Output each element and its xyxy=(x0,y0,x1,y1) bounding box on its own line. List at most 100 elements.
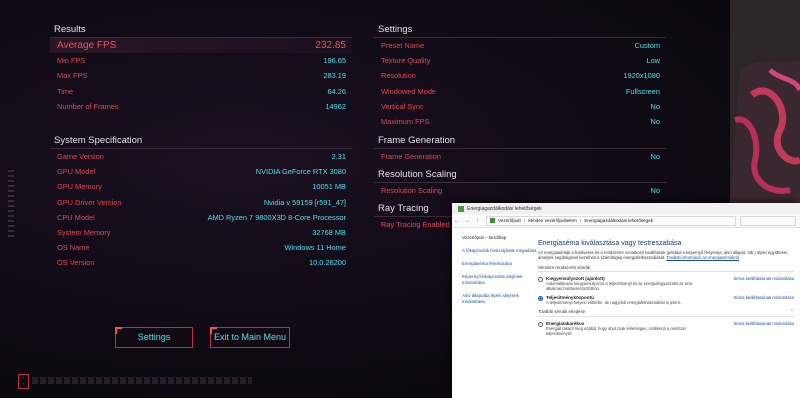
background-photo xyxy=(730,0,800,205)
window-titlebar[interactable]: Energiagazdálkodási lehetőségek xyxy=(452,203,800,214)
resolution-scaling-panel: Resolution Scaling Resolution Scaling No xyxy=(374,168,666,198)
plan-item: Energiatakarékos Energiát takarít meg azá… xyxy=(538,321,794,336)
results-row: Number of Frames 14962 xyxy=(50,99,352,114)
chevron-right-icon: › xyxy=(579,218,582,223)
results-value: 283.19 xyxy=(323,71,346,81)
sidebar-link[interactable]: Alvó állapotba lépés idejének módosítása xyxy=(462,293,540,305)
navigation-bar: ← → ↑ Vezérlőpult › Minden vezérlőpultel… xyxy=(452,214,800,228)
breadcrumb-item[interactable]: Energiagazdálkodási lehetőségek xyxy=(584,218,653,223)
sidebar-link[interactable]: Energiaséma létrehozása xyxy=(462,261,540,267)
breadcrumb-item[interactable]: Minden vezérlőpultelem xyxy=(528,218,577,223)
system-row: System Memory 32768 MB xyxy=(50,225,352,240)
plan-list: Kiegyensúlyozott (ajánlott) Automatikusan… xyxy=(538,276,794,305)
settings-label: Windowed Mode xyxy=(381,86,437,96)
results-row: Min FPS 196.65 xyxy=(50,53,352,68)
results-row: Time 64.26 xyxy=(50,84,352,99)
system-label: GPU Model xyxy=(57,167,96,177)
more-plan-list: Energiatakarékos Energiát takarít meg azá… xyxy=(538,321,794,336)
plan-radio[interactable] xyxy=(538,276,543,282)
up-arrow-icon[interactable]: ↑ xyxy=(472,218,482,224)
system-rows: Game Version 2.31 GPU Model NVIDIA GeForce … xyxy=(50,149,352,271)
change-plan-settings-link[interactable]: Séma beállításainak módosítása xyxy=(733,321,794,336)
more-plans-label: További sémák elrejtése xyxy=(538,309,586,315)
change-plan-settings-link[interactable]: Séma beállításainak módosítása xyxy=(733,295,794,305)
exit-to-main-menu-button[interactable]: Exit to Main Menu xyxy=(210,327,290,348)
settings-value: Low xyxy=(646,56,660,66)
plan-description: Automatikusan kiegyensúlyozza a teljesít… xyxy=(546,280,693,291)
window-title: Energiagazdálkodási lehetőségek xyxy=(467,205,542,212)
intro-link[interactable]: További információ az energiasémákról xyxy=(666,255,739,260)
settings-row: Texture Quality Low xyxy=(374,53,666,68)
system-label: Game Version xyxy=(57,152,104,162)
chevron-right-icon: › xyxy=(523,218,526,223)
plan-description: A teljesítményt helyezi előtérbe, de nag… xyxy=(546,299,681,305)
system-label: GPU Memory xyxy=(57,182,102,192)
plan-left: Kiegyensúlyozott (ajánlott) Automatikusan… xyxy=(538,276,696,291)
settings-label: Preset Name xyxy=(381,41,425,51)
sidebar-link[interactable]: Vezérlőpult – kezdőlap xyxy=(462,235,540,241)
power-options-window: Energiagazdálkodási lehetőségek ← → ↑ Ve… xyxy=(452,203,800,398)
selected-plans-header: Sémáim rendszeritt sémák xyxy=(538,265,794,272)
system-row: CPU Model AMD Ryzen 7 9800X3D 8-Core Proc… xyxy=(50,210,352,225)
system-value: 2.31 xyxy=(331,152,346,162)
forward-arrow-icon[interactable]: → xyxy=(462,218,472,224)
settings-label: Vertical Sync xyxy=(381,101,424,111)
settings-button[interactable]: Settings xyxy=(115,327,193,348)
settings-value: 1920x1080 xyxy=(623,71,660,81)
results-label: Number of Frames xyxy=(57,101,119,111)
more-plans-header[interactable]: További sémák elrejtése ⌃ xyxy=(538,309,794,317)
back-arrow-icon[interactable]: ← xyxy=(452,218,462,224)
plan-radio[interactable] xyxy=(538,295,543,301)
results-label: Time xyxy=(57,86,74,96)
results-rows: Average FPS 232.85 Min FPS 196.65 Max FPS 283… xyxy=(50,38,352,114)
settings-label: Resolution xyxy=(381,71,416,81)
frame-generation-value: No xyxy=(650,152,660,162)
resolution-scaling-label: Resolution Scaling xyxy=(381,186,443,196)
system-label: GPU Driver Version xyxy=(57,197,122,207)
results-value: 196.65 xyxy=(323,56,346,66)
results-label: Min FPS xyxy=(57,56,86,66)
sidebar-link[interactable]: A főkapcsolók funkciójának megadása xyxy=(462,248,540,254)
results-title: Results xyxy=(50,23,352,38)
system-label: OS Version xyxy=(57,258,95,268)
decor-photo-graphic xyxy=(730,0,800,205)
chevron-up-icon: ⌃ xyxy=(789,308,794,315)
results-value: 14962 xyxy=(325,101,346,111)
power-options-icon xyxy=(458,205,464,212)
results-label: Average FPS xyxy=(57,40,117,52)
system-row: GPU Memory 10051 MB xyxy=(50,179,352,194)
system-value: 10.0.26200 xyxy=(309,258,346,268)
system-value: Nvidia v 59159 [r591_47] xyxy=(263,197,346,207)
plan-radio[interactable] xyxy=(538,321,543,327)
breadcrumb-item[interactable]: Vezérlőpult xyxy=(498,218,521,223)
plan-description: Energiát takarít meg azáltal, hogy ahol … xyxy=(546,325,687,336)
system-value: 32768 MB xyxy=(312,228,346,238)
resolution-scaling-value: No xyxy=(650,186,660,196)
settings-value: No xyxy=(650,117,660,127)
results-panel: Results Average FPS 232.85 Min FPS 196.65 Ma… xyxy=(50,23,352,114)
settings-label: Texture Quality xyxy=(381,56,431,66)
frame-generation-panel: Frame Generation Frame Generation No xyxy=(374,134,666,164)
ray-tracing-label: Ray Tracing Enabled xyxy=(381,220,450,230)
frame-generation-title: Frame Generation xyxy=(374,134,666,149)
address-bar[interactable]: Vezérlőpult › Minden vezérlőpultelem › E… xyxy=(486,215,736,226)
system-value: AMD Ryzen 7 9800X3D 8-Core Processor xyxy=(207,212,346,222)
system-label: CPU Model xyxy=(57,212,95,222)
results-value: 232.85 xyxy=(315,40,346,52)
resolution-scaling-row: Resolution Scaling No xyxy=(374,183,666,198)
system-label: System Memory xyxy=(57,228,111,238)
results-row: Max FPS 283.19 xyxy=(50,68,352,83)
plan-item: Kiegyensúlyozott (ajánlott) Automatikusan… xyxy=(538,276,794,291)
settings-value: Custom xyxy=(634,41,660,51)
search-input[interactable] xyxy=(740,215,796,226)
legal-text xyxy=(32,377,252,384)
settings-row: Preset Name Custom xyxy=(374,38,666,53)
settings-value: Fullscreen xyxy=(625,86,660,96)
logo-icon: ▪ ▪ xyxy=(18,374,29,389)
intro-text: Az energiasémák a hardveres és a rendsze… xyxy=(538,250,794,261)
settings-row: Windowed Mode Fullscreen xyxy=(374,84,666,99)
sidebar-link[interactable]: Képernyő-kikapcsolás idejének módosítása xyxy=(462,274,540,286)
system-value: 10051 MB xyxy=(312,182,346,192)
change-plan-settings-link[interactable]: Séma beállításainak módosítása xyxy=(733,276,794,291)
system-row: OS Name Windows 11 Home xyxy=(50,240,352,255)
